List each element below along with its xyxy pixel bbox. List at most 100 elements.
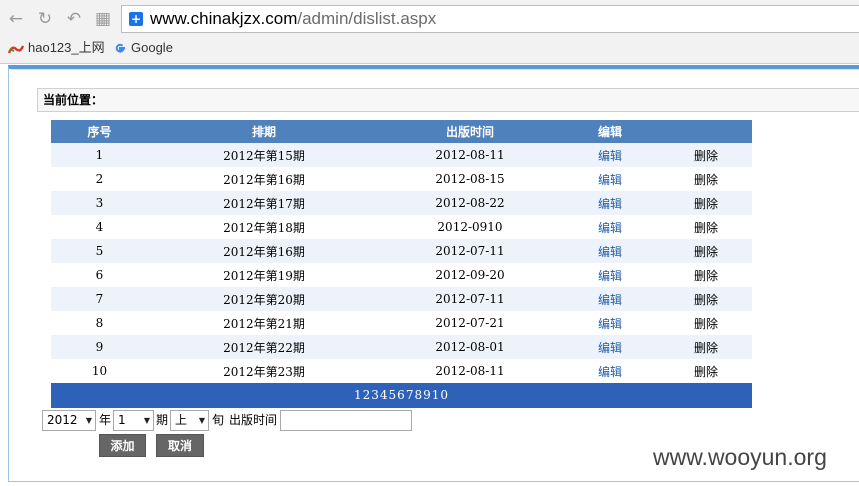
- edit-link[interactable]: 编辑: [560, 335, 660, 359]
- row-number: 8: [95, 316, 104, 330]
- row-publish-date: 2012-07-11: [380, 239, 560, 263]
- delete-link[interactable]: 删除: [660, 143, 752, 167]
- location-bar: 当前位置：: [37, 88, 859, 112]
- table-row: 2 2012年第16期 2012-08-15 编辑 删除: [51, 167, 752, 191]
- delete-link[interactable]: 删除: [660, 335, 752, 359]
- issue-table: 序号 排期 出版时间 编辑 1 2012年第15期 2012-08-11 编辑 删除 2 2…: [51, 120, 752, 383]
- page-link[interactable]: 1: [354, 388, 363, 402]
- row-issue: 2012年第20期: [148, 287, 380, 311]
- grid-icon[interactable]: ▦: [93, 9, 113, 29]
- chevron-down-icon: ▼: [85, 416, 92, 425]
- watermark: www.wooyun.org: [653, 444, 827, 470]
- row-issue: 2012年第15期: [148, 143, 380, 167]
- publish-date-label: 出版时间: [229, 413, 278, 427]
- col-header-date: 出版时间: [380, 120, 560, 143]
- half-month-label: 旬: [212, 413, 225, 427]
- edit-link[interactable]: 编辑: [560, 167, 660, 191]
- edit-link[interactable]: 编辑: [560, 191, 660, 215]
- table-row: 9 2012年第22期 2012-08-01 编辑 删除: [51, 335, 752, 359]
- address-bar[interactable]: + www.chinakjzx.com/admin/dislist.aspx: [121, 5, 859, 33]
- undo-icon[interactable]: ↶: [64, 9, 84, 29]
- delete-link[interactable]: 删除: [660, 239, 752, 263]
- row-issue: 2012年第16期: [148, 239, 380, 263]
- page-link[interactable]: 6: [397, 388, 406, 402]
- page-link[interactable]: 8: [414, 388, 423, 402]
- edit-link[interactable]: 编辑: [560, 287, 660, 311]
- table-row: 5 2012年第16期 2012-07-11 编辑 删除: [51, 239, 752, 263]
- chevron-down-icon: ▼: [198, 416, 205, 425]
- hao123-icon: [8, 45, 24, 54]
- bookmark-hao123[interactable]: hao123_上网: [8, 39, 105, 57]
- publish-date-input[interactable]: [280, 410, 412, 431]
- row-issue: 2012年第22期: [148, 335, 380, 359]
- row-publish-date: 2012-08-15: [435, 172, 505, 186]
- half-month-select[interactable]: 上 ▼: [170, 410, 209, 431]
- row-publish-date: 2012-08-01: [380, 335, 560, 359]
- back-icon[interactable]: ←: [6, 9, 26, 29]
- site-icon: +: [129, 12, 143, 26]
- row-publish-date: 2012-08-11: [435, 364, 505, 378]
- col-header-edit: 编辑: [560, 120, 660, 143]
- delete-link[interactable]: 删除: [660, 359, 752, 383]
- bookmark-google[interactable]: Google: [113, 39, 173, 57]
- row-number: 3: [51, 191, 148, 215]
- delete-link[interactable]: 删除: [660, 167, 752, 191]
- row-number: 5: [51, 239, 148, 263]
- row-publish-date: 2012-08-22: [380, 191, 560, 215]
- issue-select[interactable]: 1 ▼: [113, 410, 154, 431]
- row-publish-date: 2012-08-11: [380, 143, 560, 167]
- row-number: 7: [51, 287, 148, 311]
- row-issue: 2012年第18期: [223, 220, 305, 235]
- row-number: 4: [95, 220, 104, 234]
- delete-link[interactable]: 删除: [660, 263, 752, 287]
- refresh-icon[interactable]: ↻: [35, 9, 55, 29]
- edit-link[interactable]: 编辑: [560, 359, 660, 383]
- edit-link[interactable]: 编辑: [560, 143, 660, 167]
- edit-link[interactable]: 编辑: [560, 263, 660, 287]
- chevron-down-icon: ▼: [143, 416, 150, 425]
- year-select[interactable]: 2012 ▼: [42, 410, 96, 431]
- col-header-delete: [660, 120, 752, 143]
- row-issue: 2012年第17期: [148, 191, 380, 215]
- row-number: 2: [95, 172, 104, 186]
- year-label: 年: [99, 413, 112, 427]
- row-issue: 2012年第21期: [223, 316, 305, 331]
- col-header-no: 序号: [51, 120, 148, 143]
- page-link[interactable]: 9: [423, 388, 432, 402]
- browser-chrome: ← ↻ ↶ ▦ + www.chinakjzx.com/admin/dislis…: [0, 0, 859, 64]
- table-row: 4 2012年第18期 2012-0910 编辑 删除: [51, 215, 752, 239]
- page-link[interactable]: 2: [363, 388, 372, 402]
- delete-link[interactable]: 删除: [660, 311, 752, 335]
- row-number: 1: [51, 143, 148, 167]
- pagination: 12345678910: [51, 383, 752, 408]
- page-link[interactable]: 10: [432, 388, 449, 402]
- google-icon: [115, 43, 125, 53]
- row-issue: 2012年第19期: [223, 268, 305, 283]
- edit-link[interactable]: 编辑: [560, 239, 660, 263]
- row-publish-date: 2012-0910: [437, 220, 503, 234]
- delete-link[interactable]: 删除: [660, 191, 752, 215]
- add-button[interactable]: 添加: [99, 434, 146, 457]
- edit-link[interactable]: 编辑: [560, 215, 660, 239]
- page-link[interactable]: 5: [389, 388, 398, 402]
- col-header-issue: 排期: [148, 120, 380, 143]
- delete-link[interactable]: 删除: [660, 287, 752, 311]
- table-header-row: 序号 排期 出版时间 编辑: [51, 120, 752, 143]
- row-publish-date: 2012-09-20: [435, 268, 505, 282]
- table-row: 6 2012年第19期 2012-09-20 编辑 删除: [51, 263, 752, 287]
- row-publish-date: 2012-07-21: [435, 316, 505, 330]
- table-row: 8 2012年第21期 2012-07-21 编辑 删除: [51, 311, 752, 335]
- page-link[interactable]: 3: [371, 388, 380, 402]
- delete-link[interactable]: 删除: [660, 215, 752, 239]
- cancel-button[interactable]: 取消: [156, 434, 204, 457]
- table-row: 3 2012年第17期 2012-08-22 编辑 删除: [51, 191, 752, 215]
- row-issue: 2012年第16期: [223, 172, 305, 187]
- row-number: 10: [91, 364, 108, 378]
- edit-link[interactable]: 编辑: [560, 311, 660, 335]
- table-row: 10 2012年第23期 2012-08-11 编辑 删除: [51, 359, 752, 383]
- page-link[interactable]: 4: [380, 388, 389, 402]
- table-row: 1 2012年第15期 2012-08-11 编辑 删除: [51, 143, 752, 167]
- issue-label: 期: [156, 413, 169, 427]
- row-issue: 2012年第23期: [223, 364, 305, 379]
- url-text: www.chinakjzx.com/admin/dislist.aspx: [150, 9, 437, 28]
